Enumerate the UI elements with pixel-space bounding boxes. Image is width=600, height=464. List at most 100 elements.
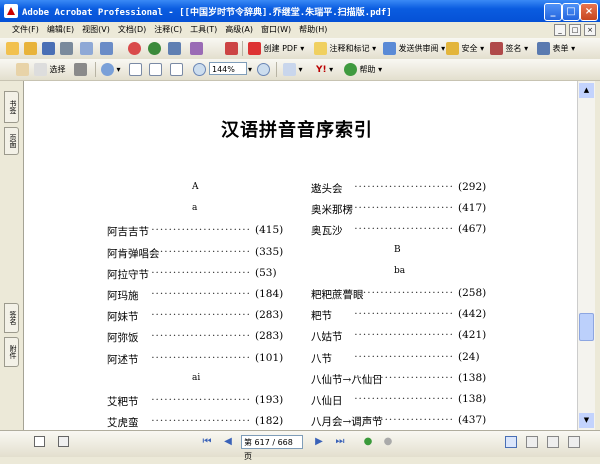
- index-section-heading: a: [192, 203, 198, 214]
- menu-comments[interactable]: 注释(C): [150, 23, 186, 36]
- zoom-in-tool-icon[interactable]: ▾: [101, 62, 121, 77]
- index-term: 粑节: [311, 310, 332, 323]
- attach-icon[interactable]: [100, 41, 113, 56]
- index-page-number: (53): [255, 266, 277, 279]
- index-entry: 八节 ······················· (24): [311, 351, 498, 366]
- index-page-number: (258): [458, 287, 487, 299]
- page-number-field[interactable]: 第 617 / 668 页: [241, 435, 303, 461]
- menu-help[interactable]: 帮助(H): [295, 23, 331, 36]
- create-pdf-button[interactable]: 创建 PDF ▾: [248, 41, 304, 56]
- page-title: 汉语拼音音序索引: [221, 120, 373, 141]
- comment-markup-button[interactable]: 注释和标记 ▾: [314, 41, 376, 56]
- index-entry: 八姑节 ······················· (421): [311, 329, 498, 344]
- index-entry: 阿吉吉节 ······················· (415): [107, 224, 295, 239]
- continuous-facing-icon[interactable]: [568, 436, 580, 448]
- create-pdf-icon: [248, 42, 261, 55]
- leader-dots: ·······················: [354, 202, 454, 215]
- facing-icon[interactable]: [547, 436, 559, 448]
- scrollbar-thumb[interactable]: [579, 313, 594, 341]
- select-tool-button[interactable]: 选择: [34, 62, 66, 77]
- index-entry: 奥瓦沙 ······················· (467): [311, 223, 498, 238]
- send-review-button[interactable]: 发送供审阅 ▾: [383, 41, 445, 56]
- zoom-in-icon[interactable]: [257, 62, 270, 77]
- search-icon[interactable]: [128, 41, 141, 56]
- zoom-out-icon[interactable]: [193, 62, 206, 77]
- go-forward-icon[interactable]: ●: [382, 436, 394, 448]
- menu-advanced[interactable]: 高级(A): [221, 23, 257, 36]
- secure-button[interactable]: 安全 ▾: [446, 41, 484, 56]
- sign-button[interactable]: 签名 ▾: [490, 41, 528, 56]
- review-icon[interactable]: [168, 41, 181, 56]
- ocr-icon[interactable]: [190, 41, 203, 56]
- open-icon[interactable]: [6, 41, 19, 56]
- snapshot-icon[interactable]: [74, 62, 87, 77]
- help-label: 帮助: [359, 65, 376, 74]
- doc-minimize-icon[interactable]: _: [554, 24, 566, 36]
- hand-tool-icon[interactable]: [16, 62, 29, 77]
- help-icon: [344, 63, 357, 76]
- last-page-icon[interactable]: ⏭: [334, 436, 346, 448]
- rotate-icon[interactable]: ▾: [283, 62, 303, 77]
- index-page-number: (24): [458, 350, 480, 363]
- yahoo-icon[interactable]: Y! ▾: [316, 62, 333, 77]
- index-page-number: (138): [458, 393, 487, 405]
- actual-size-icon[interactable]: [129, 62, 142, 77]
- doc-close-icon[interactable]: ×: [584, 24, 596, 36]
- index-section-heading: ba: [394, 265, 406, 276]
- zoom-level-field[interactable]: 144%: [209, 62, 247, 75]
- go-back-icon[interactable]: ●: [362, 436, 374, 448]
- help-button[interactable]: 帮助 ▾: [344, 62, 382, 77]
- index-entry: 奥米那楞 ······················· (417): [311, 202, 498, 217]
- document-page: 汉语拼音音序索引 Aa 阿吉吉节 ······················· (4…: [24, 81, 577, 430]
- scroll-up-icon[interactable]: ▲: [579, 83, 594, 98]
- previous-page-icon[interactable]: ◀: [222, 436, 234, 448]
- view-toolbar: 选择 ▾ 144% ▾ ▾ Y! ▾ 帮助 ▾: [0, 59, 600, 81]
- save-icon[interactable]: [42, 41, 55, 56]
- index-section-heading: B: [394, 244, 401, 255]
- close-button[interactable]: ×: [580, 3, 598, 21]
- forms-button[interactable]: 表单 ▾: [537, 41, 575, 56]
- index-entry: 八仙日 ······················· (138): [311, 393, 498, 408]
- single-page-icon[interactable]: [505, 436, 517, 448]
- maximize-button[interactable]: □: [562, 3, 580, 21]
- menu-tools[interactable]: 工具(T): [186, 23, 221, 36]
- tab-signatures[interactable]: 签名: [4, 303, 19, 333]
- scroll-down-icon[interactable]: ▼: [579, 413, 594, 428]
- print-icon[interactable]: [60, 41, 73, 56]
- tab-pages[interactable]: 页面: [4, 127, 19, 155]
- email-icon[interactable]: [80, 41, 93, 56]
- web-icon[interactable]: [148, 41, 161, 56]
- leader-dots: ·······················: [354, 287, 454, 299]
- leader-dots: ·······················: [151, 330, 251, 343]
- vertical-scrollbar[interactable]: ▲ ▼: [577, 81, 595, 430]
- doc-restore-icon[interactable]: □: [569, 24, 581, 36]
- menu-file[interactable]: 文件(F): [8, 23, 43, 36]
- leader-dots: ·······················: [354, 329, 454, 342]
- fit-page-icon[interactable]: [149, 62, 162, 77]
- page-thumb-icon[interactable]: [58, 436, 69, 447]
- leader-dots: ·······················: [354, 350, 454, 363]
- menu-edit[interactable]: 编辑(E): [43, 23, 78, 36]
- status-bar: ⏮ ◀ 第 617 / 668 页 ▶ ⏭ ● ●: [0, 430, 600, 461]
- index-term: 艾粑节: [107, 396, 139, 408]
- paperclip-icon[interactable]: [8, 435, 21, 448]
- next-page-icon[interactable]: ▶: [313, 436, 325, 448]
- minimize-button[interactable]: _: [544, 3, 562, 21]
- menu-view[interactable]: 视图(V): [78, 23, 114, 36]
- leader-dots: ·······················: [151, 415, 251, 428]
- zoom-dropdown-icon[interactable]: ▾: [248, 62, 252, 77]
- tab-attachments[interactable]: 附件: [4, 337, 19, 367]
- continuous-icon[interactable]: [526, 436, 538, 448]
- folder-icon[interactable]: [24, 41, 37, 56]
- menu-window[interactable]: 窗口(W): [257, 23, 295, 36]
- stamp-icon[interactable]: [225, 41, 238, 56]
- tab-bookmarks[interactable]: 书签: [4, 91, 19, 123]
- menu-document[interactable]: 文档(D): [114, 23, 150, 36]
- page-layout-icon[interactable]: [34, 436, 45, 447]
- fit-width-icon[interactable]: [170, 62, 183, 77]
- create-pdf-label: 创建 PDF: [263, 44, 298, 53]
- index-page-number: (138): [458, 371, 487, 384]
- index-entry: 阿玛施 ······················· (184): [107, 288, 295, 303]
- first-page-icon[interactable]: ⏮: [201, 436, 213, 448]
- index-page-number: (335): [255, 245, 284, 258]
